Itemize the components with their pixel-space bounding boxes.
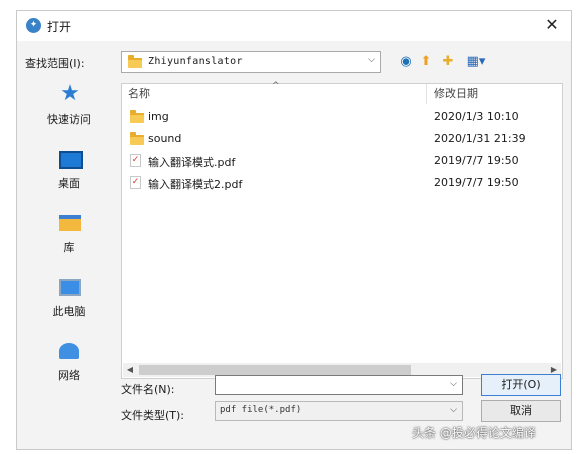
chevron-down-icon[interactable]: ⌵ xyxy=(450,379,457,389)
file-row[interactable]: ✓ 输入翻译模式2.pdf 2019/7/7 19:50 xyxy=(122,172,562,194)
file-name: 输入翻译模式.pdf xyxy=(148,156,236,169)
quick-access-star-icon: ★ xyxy=(60,81,80,106)
look-in-label: 查找范围(I): xyxy=(25,57,85,70)
close-button[interactable]: ✕ xyxy=(539,14,565,36)
cancel-button[interactable]: 取消 xyxy=(481,400,561,422)
file-row[interactable]: sound 2020/1/31 21:39 xyxy=(122,128,562,150)
file-type-select[interactable]: pdf file(*.pdf) ⌵ xyxy=(215,401,463,421)
place-quick-access[interactable]: ★ 快速访问 xyxy=(23,77,115,135)
file-name-input[interactable]: ⌵ xyxy=(215,375,463,395)
pdf-file-icon: ✓ xyxy=(130,154,141,167)
dialog-title: 打开 xyxy=(47,20,72,34)
place-desktop[interactable]: 桌面 xyxy=(23,141,115,199)
file-date: 2020/1/3 10:10 xyxy=(434,110,519,123)
chevron-down-icon[interactable]: ⌵ xyxy=(368,55,375,65)
file-date: 2020/1/31 21:39 xyxy=(434,132,526,145)
places-bar: ★ 快速访问 桌面 库 此电脑 网络 xyxy=(23,77,115,395)
file-row[interactable]: ✓ 输入翻译模式.pdf 2019/7/7 19:50 xyxy=(122,150,562,172)
column-divider[interactable] xyxy=(426,84,427,104)
look-in-value: Zhiyunfanslator xyxy=(148,56,243,67)
file-name: sound xyxy=(148,132,182,145)
scroll-left-icon[interactable]: ◀ xyxy=(123,363,137,377)
new-folder-icon[interactable]: ✚ xyxy=(439,53,457,71)
file-name: img xyxy=(148,110,169,123)
folder-icon xyxy=(130,110,144,123)
file-type-value: pdf file(*.pdf) xyxy=(220,405,302,415)
look-in-combo[interactable]: Zhiyunfanslator ⌵ xyxy=(121,51,381,73)
place-label: 库 xyxy=(63,241,75,254)
pdf-file-icon: ✓ xyxy=(130,176,141,189)
desktop-icon xyxy=(59,151,83,169)
place-network[interactable]: 网络 xyxy=(23,333,115,391)
place-label: 快速访问 xyxy=(47,113,91,126)
file-name: 输入翻译模式2.pdf xyxy=(148,178,243,191)
open-button[interactable]: 打开(O) xyxy=(481,374,561,396)
place-library[interactable]: 库 xyxy=(23,205,115,263)
place-label: 桌面 xyxy=(58,177,80,190)
chevron-down-icon[interactable]: ⌵ xyxy=(450,405,457,415)
watermark-text: 头条 @投必得论文编译 xyxy=(412,426,536,440)
place-label: 网络 xyxy=(58,369,80,382)
file-date: 2019/7/7 19:50 xyxy=(434,154,519,167)
sort-arrow-icon: ^ xyxy=(272,81,280,91)
up-folder-icon[interactable]: ⬆ xyxy=(417,53,435,71)
file-type-label: 文件类型(T): xyxy=(121,409,185,422)
file-row[interactable]: img 2020/1/3 10:10 xyxy=(122,106,562,128)
place-label: 此电脑 xyxy=(52,305,86,318)
folder-icon xyxy=(130,132,144,145)
scrollbar-thumb[interactable] xyxy=(139,365,411,375)
back-icon[interactable]: ◉ xyxy=(397,53,415,71)
view-menu-icon[interactable]: ▦▾ xyxy=(463,53,489,71)
this-pc-icon xyxy=(59,279,81,296)
network-icon xyxy=(59,343,79,359)
folder-icon xyxy=(128,55,142,68)
file-name-label: 文件名(N): xyxy=(121,383,175,396)
column-header-name[interactable]: 名称 xyxy=(128,84,150,104)
file-list[interactable]: 名称 ^ 修改日期 img 2020/1/3 10:10 sound 2020/… xyxy=(121,81,563,379)
file-date: 2019/7/7 19:50 xyxy=(434,176,519,189)
place-this-pc[interactable]: 此电脑 xyxy=(23,269,115,327)
library-icon xyxy=(59,215,81,231)
app-icon: ✦ xyxy=(26,18,41,33)
title-bar: ✦ 打开 ✕ xyxy=(17,11,571,41)
open-file-dialog: ✦ 打开 ✕ 查找范围(I): Zhiyunfanslator ⌵ ◉ ⬆ ✚ … xyxy=(16,10,572,450)
column-header-date[interactable]: 修改日期 xyxy=(434,84,478,104)
